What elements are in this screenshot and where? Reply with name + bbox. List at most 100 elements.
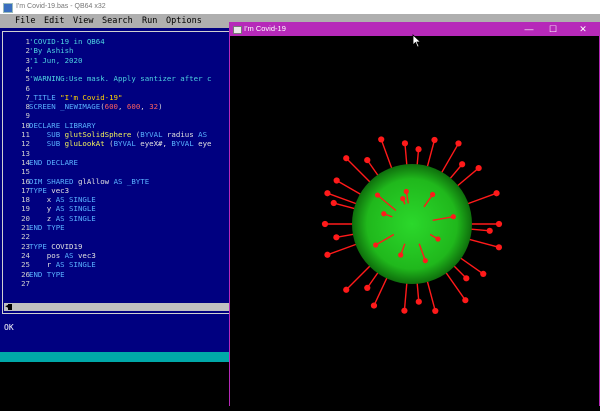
code-line[interactable]: 'COVID-19 in QB64: [29, 37, 105, 46]
spike-tip: [330, 199, 337, 207]
qb64-titlebar[interactable]: I'm Covid-19.bas - QB64 x32: [0, 0, 600, 14]
covid-render: [321, 136, 503, 315]
menu-search[interactable]: Search: [102, 14, 133, 28]
code-line[interactable]: '1 Jun, 2020: [29, 56, 82, 65]
spike-tip: [435, 236, 441, 242]
line-number: 11: [21, 130, 30, 139]
spike-tip: [455, 140, 462, 147]
spike-tip: [401, 307, 408, 314]
code-line[interactable]: ': [29, 65, 33, 74]
code-line[interactable]: SCREEN _NEWIMAGE(600, 600, 32): [29, 102, 163, 111]
code-line[interactable]: END TYPE: [29, 223, 65, 232]
line-number: 8: [25, 102, 30, 112]
spike-tip: [450, 214, 456, 220]
line-number: 12: [21, 139, 30, 149]
scrollbar-thumb[interactable]: [8, 304, 12, 310]
line-number: 21: [21, 223, 30, 232]
line-number: 2: [25, 46, 30, 56]
code-line[interactable]: pos AS vec3: [29, 251, 96, 260]
menu-edit[interactable]: Edit: [44, 14, 64, 28]
spike-tip: [415, 298, 422, 305]
spike-tip: [415, 146, 422, 153]
status-panel: OK: [0, 318, 238, 354]
spike-stalk: [373, 273, 390, 306]
spike-tip: [480, 270, 487, 278]
line-number: 16: [21, 176, 30, 186]
spike-tip: [495, 244, 503, 251]
output-window: I'm Covid-19 — ☐ ✕: [229, 22, 600, 406]
code-line[interactable]: TYPE vec3: [29, 186, 69, 195]
line-number: 27: [21, 278, 30, 288]
line-number: 19: [21, 204, 30, 214]
close-button[interactable]: ✕: [571, 22, 595, 36]
spike-tip: [431, 136, 438, 144]
spike-tip: [373, 242, 379, 248]
code-line[interactable]: 'By Ashish: [29, 46, 74, 55]
code-line[interactable]: _TITLE "I'm Covid-19": [29, 93, 122, 102]
code-line[interactable]: DECLARE LIBRARY: [29, 121, 96, 130]
line-number: 25: [21, 260, 30, 270]
line-number: 9: [25, 111, 30, 121]
menu-file[interactable]: File: [15, 14, 35, 28]
qb64-window-title: I'm Covid-19.bas - QB64 x32: [16, 3, 106, 10]
line-number: 26: [21, 269, 30, 279]
spike-tip: [459, 161, 466, 168]
spike-tip: [486, 227, 493, 234]
window-icon: [233, 26, 242, 34]
spike-stalk: [463, 192, 497, 206]
menu-view[interactable]: View: [73, 14, 93, 28]
code-line[interactable]: TYPE COVID19: [29, 242, 82, 251]
line-number: 24: [21, 250, 30, 260]
spike-tip: [401, 140, 409, 147]
spike-stalk: [380, 139, 394, 173]
line-number: 4: [25, 64, 30, 74]
spike-tip: [324, 251, 331, 258]
line-number: 18: [21, 195, 30, 205]
code-line[interactable]: y AS SINGLE: [29, 204, 96, 213]
output-canvas[interactable]: [229, 36, 600, 406]
code-line[interactable]: END DECLARE: [29, 158, 78, 167]
spike-tip: [364, 157, 371, 164]
spike-tip: [403, 188, 409, 195]
qb64-app-icon: [3, 3, 13, 13]
line-number: 3: [25, 55, 30, 65]
spike-tip: [381, 211, 387, 217]
code-line[interactable]: r AS SINGLE: [29, 260, 96, 269]
code-line[interactable]: SUB gluLookAt (BYVAL eyeX#, BYVAL eye: [29, 139, 212, 148]
spike-tip: [321, 220, 329, 228]
spike-tip: [333, 234, 340, 241]
line-number: 1: [25, 37, 30, 46]
code-line[interactable]: SUB glutSolidSphere (BYVAL radius AS: [29, 130, 207, 139]
line-number: 20: [21, 213, 30, 223]
minimize-button[interactable]: —: [517, 22, 541, 36]
spike-tip: [422, 258, 428, 264]
line-number: 17: [21, 185, 30, 195]
menu-options[interactable]: Options: [166, 14, 202, 28]
spike-tip: [374, 192, 381, 198]
spike-tip: [343, 286, 350, 293]
mouse-pointer-icon: [412, 34, 422, 48]
spike-tip: [370, 302, 378, 309]
spike-tip: [430, 191, 436, 198]
line-number-gutter: 1 2 3 4 5 6 7 8 9 10 11 12 13 14 15 16 17 18 19 20 21 22 23 24 2…: [4, 37, 30, 297]
spike-stalk: [465, 237, 500, 248]
line-number: 6: [25, 83, 30, 93]
menu-run[interactable]: Run: [142, 14, 157, 28]
spike-tip: [475, 164, 482, 172]
line-number: 22: [21, 232, 30, 242]
code-line[interactable]: DIM SHARED glAllow AS _BYTE: [29, 177, 149, 186]
virus-body: [352, 164, 472, 284]
code-line[interactable]: z AS SINGLE: [29, 214, 96, 223]
code-line[interactable]: 'WARNING:Use mask. Apply santizer after …: [29, 74, 211, 83]
spike-stalk: [327, 242, 361, 256]
line-number: 10: [21, 120, 30, 130]
spike-tip: [378, 136, 385, 143]
line-number: 7: [25, 92, 30, 102]
code-line[interactable]: END TYPE: [29, 270, 65, 279]
spike-tip: [343, 155, 350, 162]
code-line[interactable]: x AS SINGLE: [29, 195, 96, 204]
status-text: OK: [4, 323, 14, 332]
spike-tip: [364, 284, 371, 291]
horizontal-scrollbar[interactable]: ◄ ►: [4, 303, 236, 311]
maximize-button[interactable]: ☐: [541, 22, 565, 36]
